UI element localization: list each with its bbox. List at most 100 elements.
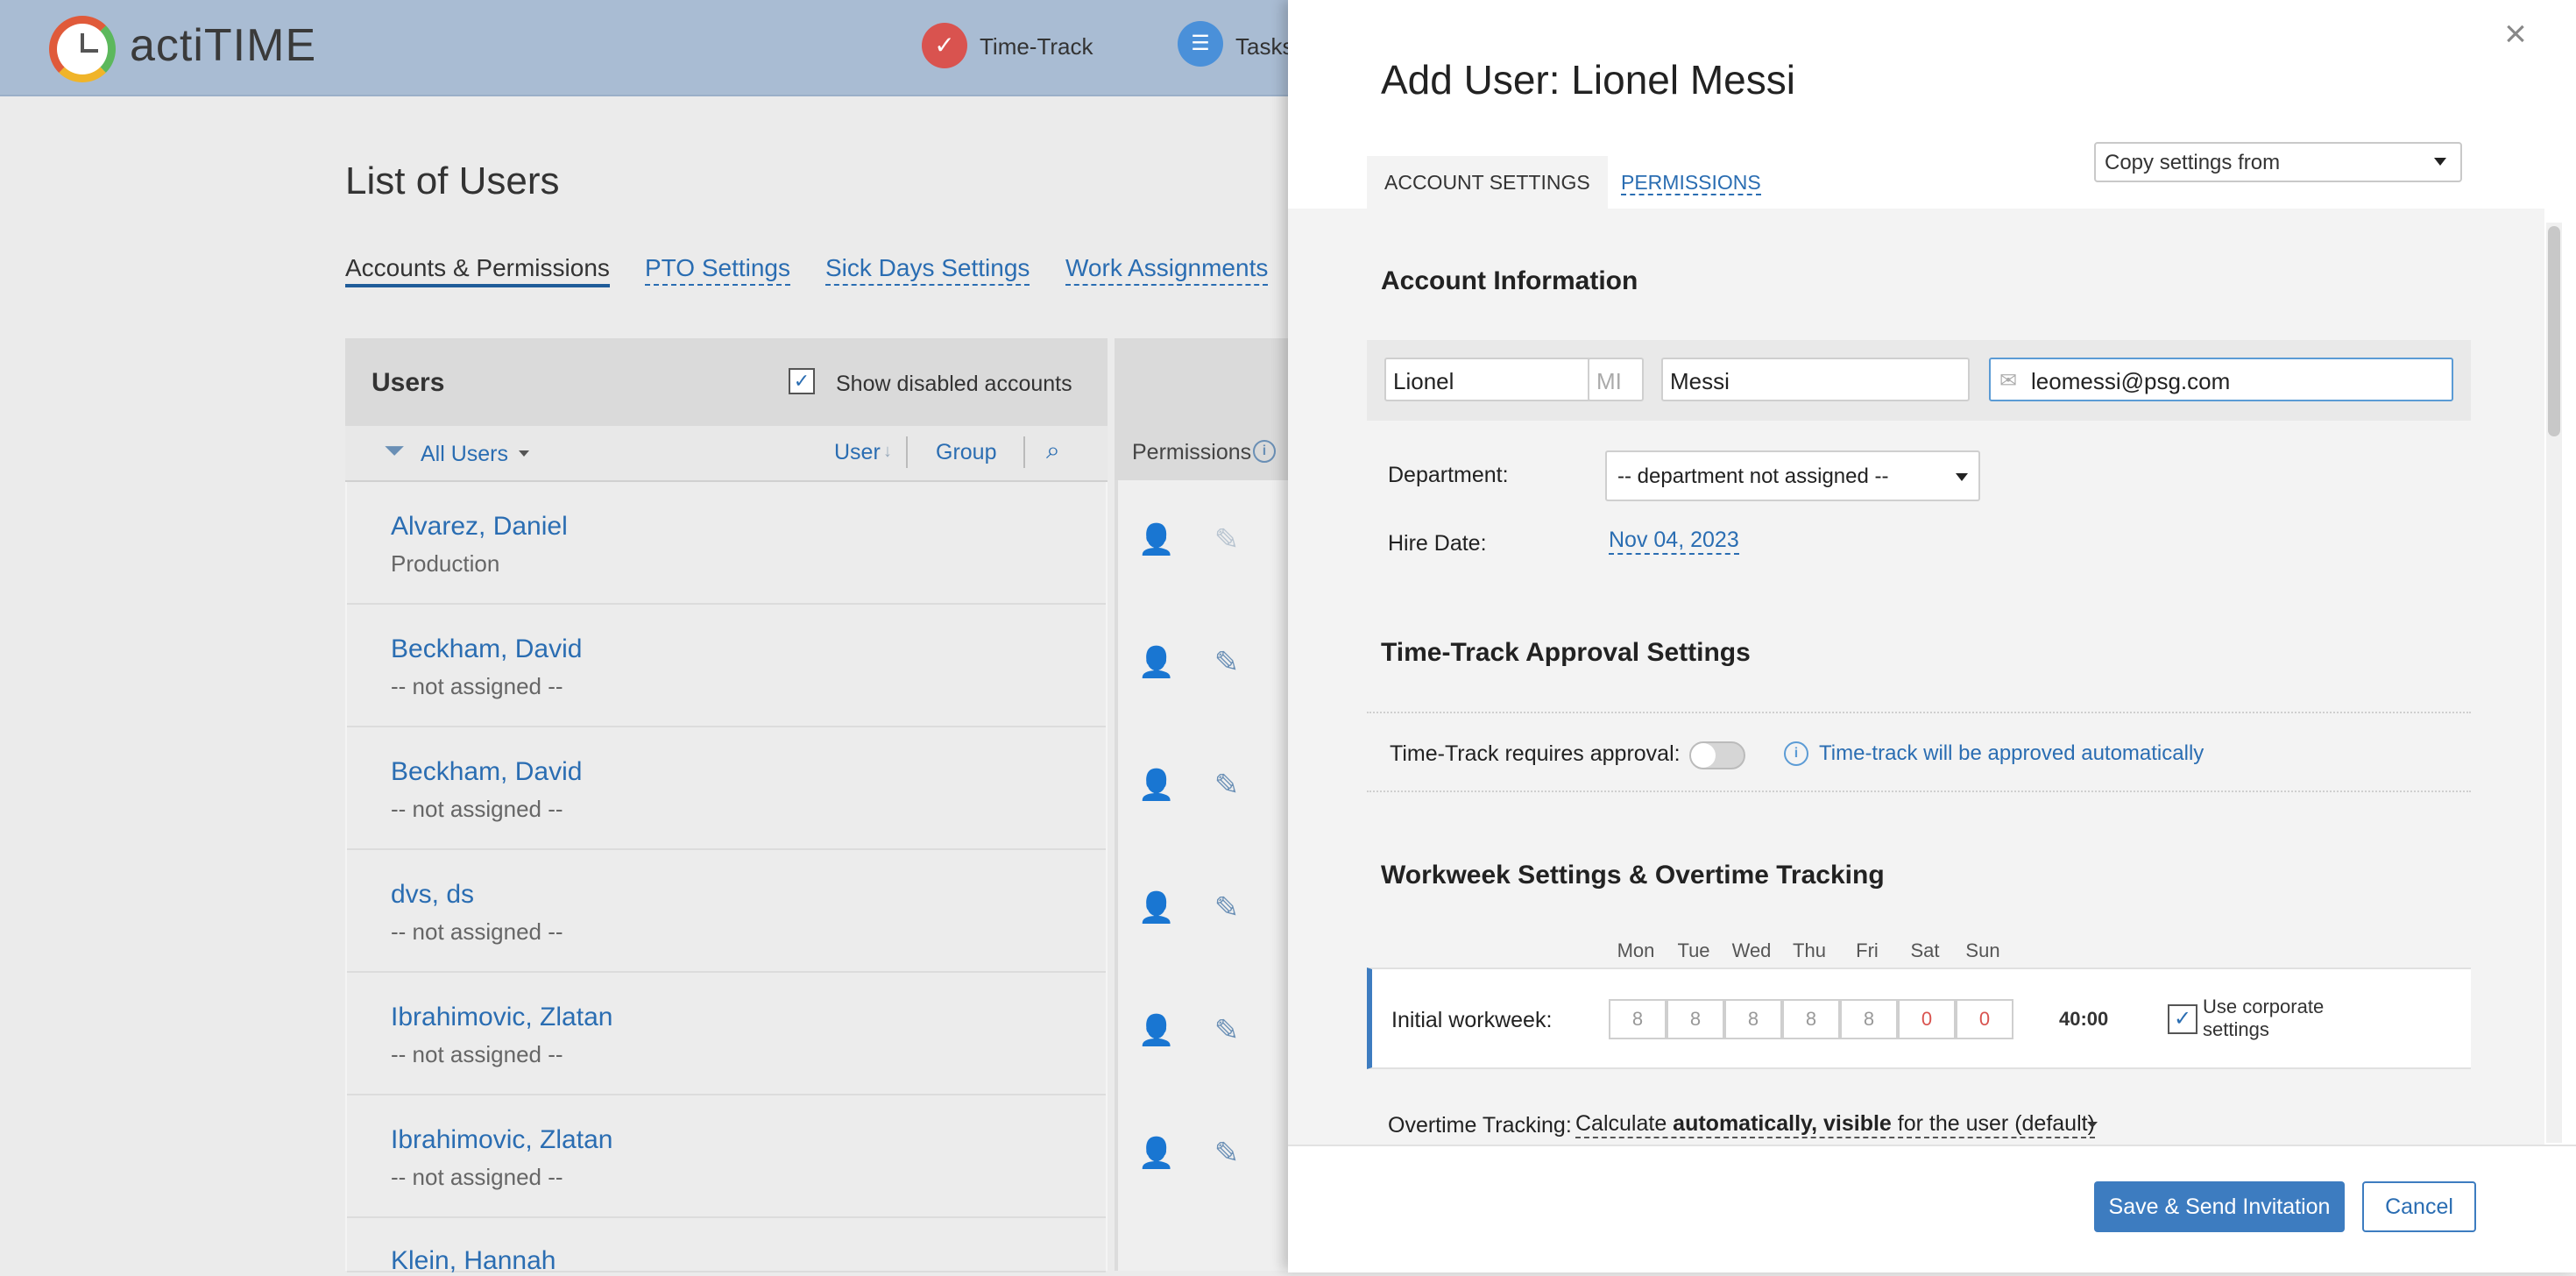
user-name-link[interactable]: Klein, Hannah (391, 1246, 556, 1276)
edit-approve-icon[interactable]: ✎ (1207, 643, 1246, 682)
tab-permissions-label[interactable]: PERMISSIONS (1621, 171, 1761, 195)
user-name-link[interactable]: dvs, ds (391, 880, 474, 910)
overtime-text: for the user (default) (1891, 1111, 2095, 1136)
hours-input-fri[interactable]: 8 (1840, 999, 1898, 1039)
hire-date-label: Hire Date: (1388, 531, 1487, 556)
user-department: Production (391, 550, 500, 577)
last-name-field[interactable]: Messi (1661, 358, 1970, 401)
use-corporate-label-line: Use corporate (2203, 996, 2325, 1017)
approval-settings-title: Time-Track Approval Settings (1381, 638, 1751, 667)
table-row[interactable] (347, 850, 1106, 973)
table-row[interactable] (347, 973, 1106, 1095)
overtime-bold: , (1811, 1111, 1824, 1136)
cancel-button[interactable]: Cancel (2362, 1181, 2476, 1232)
toggle-knob (1691, 743, 1716, 768)
sort-arrow-icon[interactable]: ↓ (883, 442, 892, 462)
hours-input-wed[interactable]: 8 (1724, 999, 1782, 1039)
user-name-link[interactable]: Beckham, David (391, 634, 582, 664)
save-send-invitation-button[interactable]: Save & Send Invitation (2094, 1181, 2345, 1232)
copy-settings-select[interactable]: Copy settings from (2094, 142, 2462, 182)
checkmark-icon[interactable]: ✓ (922, 23, 967, 68)
use-corporate-label[interactable]: Use corporate settings (2203, 996, 2324, 1041)
app-logo-text[interactable]: actiTIME (130, 19, 316, 72)
hours-input-thu[interactable]: 8 (1782, 999, 1840, 1039)
user-department: -- not assigned -- (391, 673, 563, 699)
sort-by-user[interactable]: User (834, 440, 881, 465)
user-settings-icon[interactable]: 👤 (1137, 1134, 1176, 1173)
workweek-total: 40:00 (2059, 1008, 2109, 1030)
user-settings-icon[interactable]: 👤 (1137, 766, 1176, 805)
day-label: Fri (1856, 939, 1879, 961)
chevron-down-icon[interactable] (2087, 1122, 2098, 1128)
account-information-title: Account Information (1381, 266, 1638, 295)
edit-approve-icon[interactable]: ✎ (1207, 1134, 1246, 1173)
user-settings-icon[interactable]: 👤 (1137, 521, 1176, 559)
modal-title: Add User: Lionel Messi (1381, 57, 1795, 103)
overtime-bold: visible (1823, 1111, 1892, 1136)
chevron-down-icon[interactable] (519, 450, 529, 457)
nav-time-track[interactable]: Time-Track (980, 33, 1093, 60)
overtime-tracking-label: Overtime Tracking: (1388, 1113, 1572, 1138)
email-field[interactable]: leomessi@psg.com (1989, 358, 2453, 401)
table-row[interactable] (347, 727, 1106, 850)
edit-approve-icon[interactable]: ✎ (1207, 889, 1246, 927)
filter-icon[interactable]: ⏷ (384, 436, 405, 466)
close-icon[interactable]: × (2494, 12, 2537, 56)
page-title: List of Users (345, 160, 560, 202)
user-name-link[interactable]: Ibrahimovic, Zlatan (391, 1125, 612, 1155)
middle-initial-field[interactable]: MI (1588, 358, 1644, 401)
show-disabled-checkbox[interactable]: ✓ (789, 368, 815, 394)
table-row[interactable] (347, 482, 1106, 605)
tab-pto-settings[interactable]: PTO Settings (645, 254, 791, 286)
user-name-link[interactable]: Ibrahimovic, Zlatan (391, 1003, 612, 1032)
hours-input-sat[interactable]: 0 (1898, 999, 1956, 1039)
hire-date-picker[interactable]: Nov 04, 2023 (1609, 528, 1739, 555)
initial-workweek-label: Initial workweek: (1391, 1008, 1553, 1032)
day-label: Thu (1793, 939, 1826, 961)
divider (1367, 790, 2471, 792)
overtime-tracking-select[interactable]: Calculate automatically, visible for the… (1575, 1111, 2095, 1138)
copy-settings-value: Copy settings from (2105, 151, 2281, 174)
overtime-bold: automatically (1673, 1111, 1812, 1136)
sort-by-group[interactable]: Group (936, 440, 996, 465)
table-row[interactable] (347, 1095, 1106, 1218)
hours-input-tue[interactable]: 8 (1667, 999, 1724, 1039)
user-settings-icon[interactable]: 👤 (1137, 643, 1176, 682)
approval-info-text: Time-track will be approved automaticall… (1819, 741, 2204, 765)
user-name-link[interactable]: Alvarez, Daniel (391, 512, 568, 542)
chevron-down-icon[interactable] (2434, 158, 2446, 166)
user-department: -- not assigned -- (391, 918, 563, 945)
department-select[interactable]: -- department not assigned -- (1605, 450, 1980, 501)
table-row[interactable] (347, 605, 1106, 727)
user-name-link[interactable]: Beckham, David (391, 757, 582, 787)
tab-permissions[interactable]: PERMISSIONS (1603, 156, 1779, 209)
info-icon: i (1784, 741, 1808, 766)
list-icon[interactable]: ☰ (1178, 21, 1223, 67)
divider (906, 436, 908, 468)
tab-accounts-permissions[interactable]: Accounts & Permissions (345, 254, 610, 287)
first-name-field[interactable]: Lionel (1384, 358, 1591, 401)
tab-sick-days-settings[interactable]: Sick Days Settings (825, 254, 1030, 286)
hours-input-mon[interactable]: 8 (1609, 999, 1667, 1039)
user-settings-icon[interactable]: 👤 (1137, 889, 1176, 927)
scrollbar-thumb[interactable] (2548, 226, 2560, 436)
edit-approve-icon[interactable]: ✎ (1207, 521, 1246, 559)
edit-approve-icon[interactable]: ✎ (1207, 1011, 1246, 1050)
user-department: -- not assigned -- (391, 1041, 563, 1067)
day-label: Sat (1910, 939, 1940, 961)
use-corporate-checkbox[interactable]: ✓ (2168, 1004, 2197, 1034)
show-disabled-label[interactable]: Show disabled accounts (836, 372, 1072, 397)
user-department: -- not assigned -- (391, 796, 563, 822)
tab-account-settings[interactable]: ACCOUNT SETTINGS (1367, 156, 1608, 209)
tab-work-assignments[interactable]: Work Assignments (1065, 254, 1269, 286)
nav-tasks[interactable]: Tasks (1235, 33, 1293, 60)
chevron-down-icon[interactable] (1956, 473, 1968, 481)
divider (1023, 436, 1025, 468)
hours-input-sun[interactable]: 0 (1956, 999, 2013, 1039)
info-icon[interactable]: i (1253, 440, 1276, 463)
search-icon[interactable]: ⌕ (1046, 436, 1060, 465)
day-label: Tue (1677, 939, 1710, 961)
edit-approve-icon[interactable]: ✎ (1207, 766, 1246, 805)
filter-all-users[interactable]: All Users (421, 442, 508, 467)
user-settings-icon[interactable]: 👤 (1137, 1011, 1176, 1050)
